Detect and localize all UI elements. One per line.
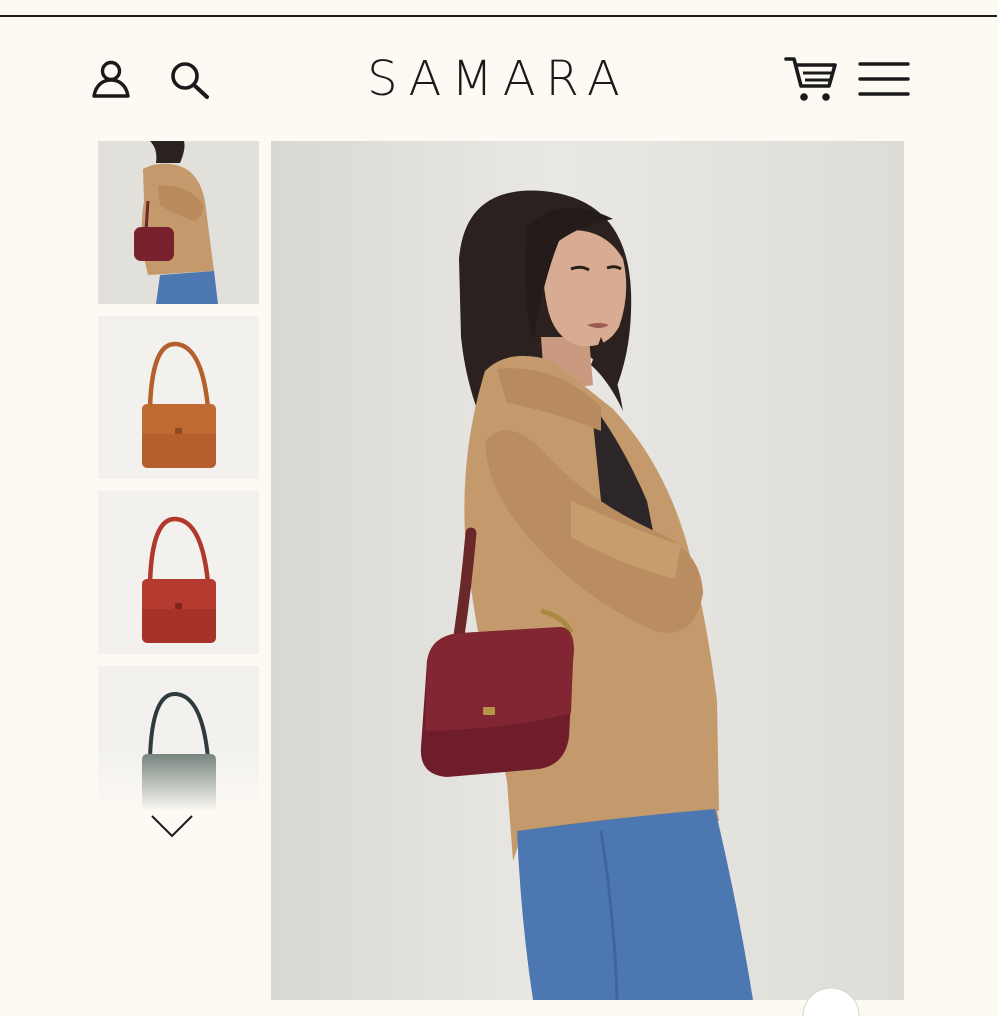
- bag-photo-thumbnail: [98, 491, 259, 654]
- cart-button[interactable]: [783, 52, 841, 106]
- cart-icon: [784, 57, 837, 101]
- site-header: SAMARA: [0, 17, 997, 141]
- menu-button[interactable]: [856, 57, 912, 101]
- thumbnail-cognac-bag[interactable]: [98, 316, 259, 479]
- thumbnail-sage-bag[interactable]: [98, 666, 259, 811]
- hamburger-menu-icon: [858, 62, 910, 96]
- main-product-image: [271, 141, 904, 1000]
- bag-photo-thumbnail: [98, 316, 259, 479]
- thumbnail-red-bag[interactable]: [98, 491, 259, 654]
- brand-logo[interactable]: SAMARA: [330, 47, 667, 111]
- search-button[interactable]: [166, 57, 212, 103]
- chat-bubble-icon[interactable]: [802, 986, 860, 1016]
- user-icon: [92, 60, 130, 98]
- search-icon: [171, 62, 209, 99]
- thumbnail-fade: [98, 751, 259, 811]
- model-photo: [271, 141, 904, 1000]
- thumbnail-list: [98, 141, 259, 841]
- model-photo-thumbnail: [98, 141, 259, 304]
- thumbnail-model-crimson[interactable]: [98, 141, 259, 304]
- chevron-down-icon[interactable]: [148, 812, 196, 842]
- account-button[interactable]: [88, 57, 134, 103]
